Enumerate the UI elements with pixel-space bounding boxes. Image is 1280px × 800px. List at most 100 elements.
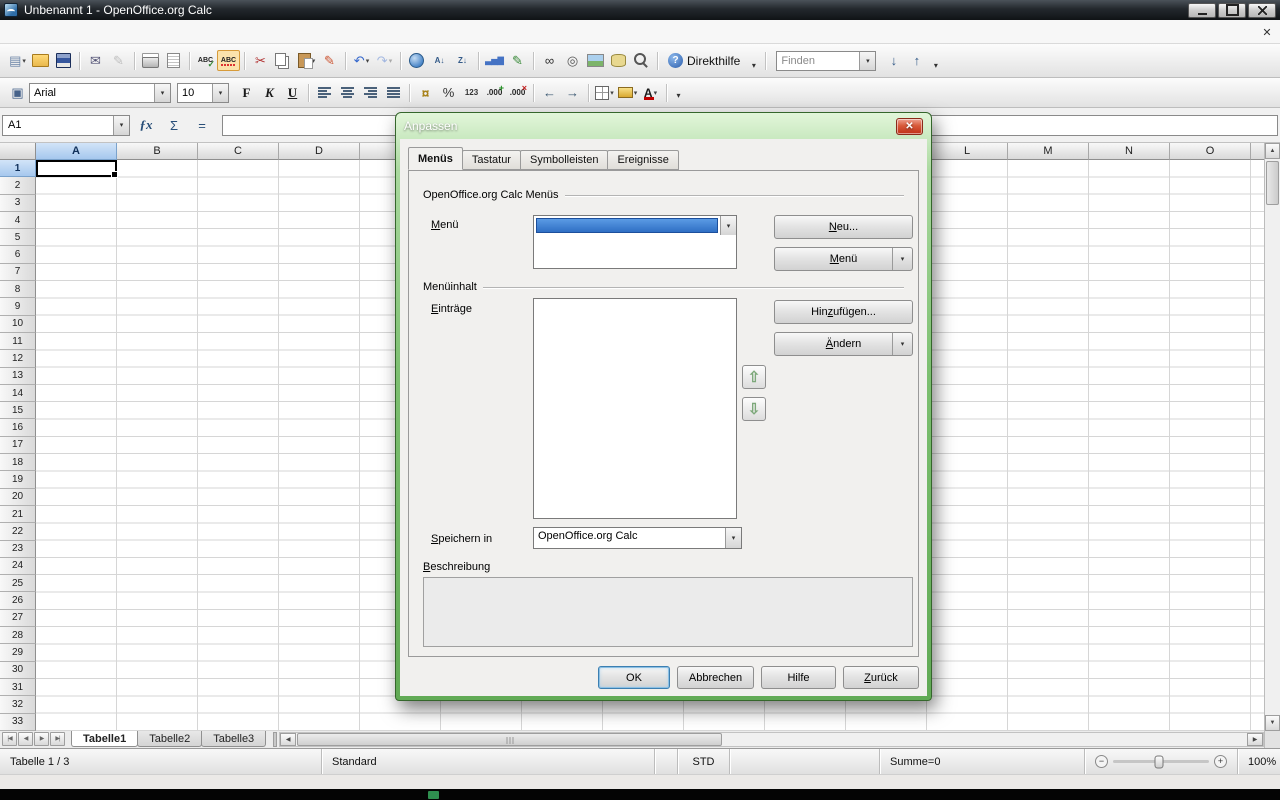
hyperlink-icon[interactable]: [405, 50, 428, 71]
row-header-20[interactable]: 20: [0, 489, 36, 506]
row-header-32[interactable]: 32: [0, 696, 36, 713]
cancel-button[interactable]: Abbrechen: [677, 666, 754, 689]
cut-icon[interactable]: ✂: [249, 50, 272, 71]
background-color-icon[interactable]: ▾: [616, 82, 639, 103]
find-next-icon[interactable]: ↓: [882, 50, 905, 71]
column-header-A[interactable]: A: [36, 143, 117, 160]
move-down-button[interactable]: ⇩: [742, 397, 766, 421]
row-header-28[interactable]: 28: [0, 627, 36, 644]
new-document-icon[interactable]: ▤▾: [6, 50, 29, 71]
row-header-33[interactable]: 33: [0, 714, 36, 731]
zoom-out-icon[interactable]: −: [1095, 755, 1108, 768]
italic-icon[interactable]: K: [258, 82, 281, 103]
entries-listbox[interactable]: [533, 298, 737, 519]
status-page-style[interactable]: Standard: [322, 749, 655, 774]
dialog-tab-tastatur[interactable]: Tastatur: [462, 150, 521, 170]
menu-combobox-dropdown-icon[interactable]: ▾: [720, 216, 736, 235]
spellcheck-icon[interactable]: ABC: [194, 50, 217, 71]
previous-sheet-icon[interactable]: ◀: [18, 732, 33, 746]
first-sheet-icon[interactable]: |◀: [2, 732, 17, 746]
row-header-7[interactable]: 7: [0, 264, 36, 281]
font-size-combobox[interactable]: 10 ▾: [177, 83, 229, 103]
find-toolbar-overflow-icon[interactable]: ▾: [928, 55, 943, 76]
menu-menu-button-dropdown-icon[interactable]: ▾: [892, 248, 912, 270]
decrease-indent-icon[interactable]: ←: [538, 82, 561, 103]
find-previous-icon[interactable]: ↑: [905, 50, 928, 71]
row-header-24[interactable]: 24: [0, 558, 36, 575]
column-header-N[interactable]: N: [1089, 143, 1170, 160]
horizontal-scroll-thumb[interactable]: [297, 733, 722, 746]
row-header-27[interactable]: 27: [0, 610, 36, 627]
horizontal-scrollbar[interactable]: ◀ ▶: [279, 732, 1264, 747]
row-header-31[interactable]: 31: [0, 679, 36, 696]
add-button[interactable]: Hinzufügen...: [774, 300, 913, 324]
column-header-M[interactable]: M: [1008, 143, 1089, 160]
scroll-left-icon[interactable]: ◀: [280, 733, 296, 746]
name-box-dropdown-icon[interactable]: ▾: [113, 116, 129, 135]
row-header-15[interactable]: 15: [0, 402, 36, 419]
close-document-icon[interactable]: ✕: [1259, 24, 1275, 40]
row-header-25[interactable]: 25: [0, 575, 36, 592]
status-zoom-level[interactable]: 100%: [1238, 749, 1280, 774]
row-header-21[interactable]: 21: [0, 506, 36, 523]
menu-open-list[interactable]: [533, 235, 737, 269]
menu-menu-button[interactable]: Menü ▾: [774, 247, 913, 271]
delete-decimal-icon[interactable]: .000: [506, 82, 529, 103]
column-header-C[interactable]: C: [198, 143, 279, 160]
tab-splitter-handle[interactable]: [273, 732, 277, 747]
row-header-6[interactable]: 6: [0, 246, 36, 263]
format-currency-icon[interactable]: ¤: [414, 82, 437, 103]
minimize-icon[interactable]: [1188, 3, 1216, 18]
dialog-title-bar[interactable]: Anpassen ✕: [396, 113, 931, 139]
borders-icon[interactable]: ▾: [593, 82, 616, 103]
underline-icon[interactable]: U: [281, 82, 304, 103]
auto-spellcheck-icon[interactable]: ABC: [217, 50, 240, 71]
align-justified-icon[interactable]: [382, 82, 405, 103]
row-header-23[interactable]: 23: [0, 541, 36, 558]
paste-icon[interactable]: ▾: [295, 50, 318, 71]
taskbar-item[interactable]: [428, 791, 439, 799]
find-dropdown-icon[interactable]: ▾: [859, 52, 875, 70]
zoom-in-icon[interactable]: +: [1214, 755, 1227, 768]
zoom-handle[interactable]: [1155, 755, 1164, 768]
vertical-scroll-thumb[interactable]: [1266, 161, 1279, 205]
maximize-icon[interactable]: [1218, 3, 1246, 18]
page-preview-icon[interactable]: [162, 50, 185, 71]
draw-functions-icon[interactable]: ✎: [506, 50, 529, 71]
increase-indent-icon[interactable]: →: [561, 82, 584, 103]
row-header-2[interactable]: 2: [0, 177, 36, 194]
zoom-track[interactable]: [1113, 760, 1209, 763]
sheet-tab-tabelle1[interactable]: Tabelle1: [71, 731, 138, 747]
toolbar-overflow-icon[interactable]: ▾: [746, 55, 761, 76]
dialog-tab-symbolleisten[interactable]: Symbolleisten: [520, 150, 608, 170]
align-left-icon[interactable]: [313, 82, 336, 103]
modify-button[interactable]: Ändern ▾: [774, 332, 913, 356]
row-header-4[interactable]: 4: [0, 212, 36, 229]
ok-button[interactable]: OK: [598, 666, 670, 689]
dialog-tab-menüs[interactable]: Menüs: [408, 147, 463, 170]
scroll-up-icon[interactable]: ▲: [1265, 143, 1280, 159]
sheet-tab-tabelle2[interactable]: Tabelle2: [137, 731, 202, 747]
font-name-dropdown-icon[interactable]: ▾: [154, 84, 170, 102]
format-paintbrush-icon[interactable]: ✎: [318, 50, 341, 71]
row-header-8[interactable]: 8: [0, 281, 36, 298]
row-header-3[interactable]: 3: [0, 195, 36, 212]
menu-combobox[interactable]: ▾: [533, 215, 737, 236]
next-sheet-icon[interactable]: ▶: [34, 732, 49, 746]
find-replace-icon[interactable]: ∞: [538, 50, 561, 71]
row-header-16[interactable]: 16: [0, 419, 36, 436]
close-icon[interactable]: [1248, 3, 1276, 18]
last-sheet-icon[interactable]: ▶|: [50, 732, 65, 746]
status-sum[interactable]: Summe=0: [880, 749, 1085, 774]
help-button[interactable]: Hilfe: [761, 666, 836, 689]
save-document-icon[interactable]: [52, 50, 75, 71]
email-document-icon[interactable]: ✉: [84, 50, 107, 71]
font-color-icon[interactable]: A▾: [639, 82, 662, 103]
row-header-19[interactable]: 19: [0, 471, 36, 488]
row-header-17[interactable]: 17: [0, 437, 36, 454]
zoom-icon[interactable]: [630, 50, 653, 71]
row-header-29[interactable]: 29: [0, 644, 36, 661]
move-up-button[interactable]: ⇧: [742, 365, 766, 389]
column-header-O[interactable]: O: [1170, 143, 1251, 160]
toolbar-overflow-icon[interactable]: ▾: [671, 85, 686, 106]
